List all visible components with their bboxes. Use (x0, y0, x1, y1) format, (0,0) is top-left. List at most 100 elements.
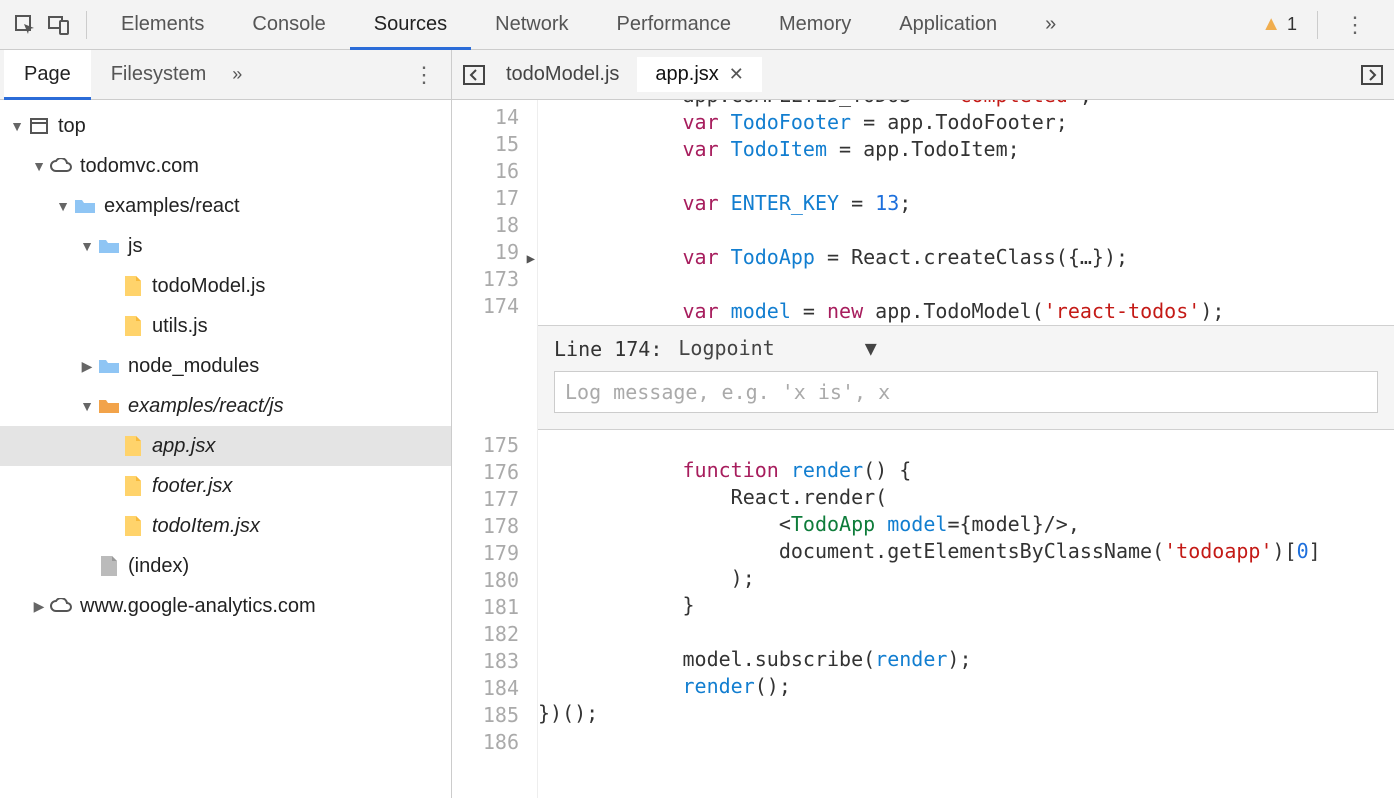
code-line: })(); (538, 700, 1394, 727)
settings-menu-icon[interactable]: ⋮ (1338, 12, 1372, 38)
code-line (538, 217, 1394, 244)
navigator-tab-page[interactable]: Page (4, 50, 91, 99)
line-number[interactable]: 16 (452, 158, 519, 185)
line-number[interactable]: 173 (452, 266, 519, 293)
warning-icon: ▲ (1261, 13, 1281, 36)
js-file-icon (120, 275, 146, 297)
code-line: var TodoFooter = app.TodoFooter; (538, 109, 1394, 136)
navigator-tab-filesystem[interactable]: Filesystem (91, 50, 227, 99)
line-number[interactable]: 182 (452, 621, 519, 648)
line-number[interactable]: 177 (452, 486, 519, 513)
close-icon[interactable]: ✕ (729, 64, 744, 85)
disclosure-icon[interactable]: ▶ (30, 598, 48, 615)
tree-node-folder[interactable]: ▶ node_modules (0, 346, 451, 386)
tree-node-folder[interactable]: ▼ examples/react (0, 186, 451, 226)
file-tab-app[interactable]: app.jsx ✕ (637, 57, 761, 91)
more-tabs-icon[interactable]: » (1021, 0, 1080, 49)
tree-label: (index) (128, 555, 189, 578)
line-number[interactable]: 176 (452, 459, 519, 486)
folder-icon (96, 357, 122, 375)
workspace: Page Filesystem » ⋮ ▼ top ▼ todomvc.com (0, 50, 1394, 798)
main-panel-tabs: Elements Console Sources Network Perform… (97, 0, 1261, 49)
code-line (538, 271, 1394, 298)
line-number[interactable]: 175 (452, 432, 519, 459)
more-navigator-tabs-icon[interactable]: » (232, 64, 242, 85)
line-number[interactable]: 185 (452, 702, 519, 729)
file-tab-label: app.jsx (655, 63, 718, 86)
jsx-file-icon (120, 475, 146, 497)
breakpoint-type-select[interactable]: Logpoint ▼ (678, 336, 876, 361)
code-line: var TodoItem = app.TodoItem; (538, 136, 1394, 163)
inspect-icon[interactable] (8, 8, 42, 42)
code-line: model.subscribe(render); (538, 646, 1394, 673)
tree-node-folder[interactable]: ▼ examples/react/js (0, 386, 451, 426)
line-number[interactable]: 183 (452, 648, 519, 675)
line-number[interactable]: 17 (452, 185, 519, 212)
tab-performance[interactable]: Performance (593, 0, 756, 49)
tree-label: top (58, 115, 86, 138)
folder-icon (96, 237, 122, 255)
tree-node-file[interactable]: footer.jsx (0, 466, 451, 506)
line-number[interactable]: 178 (452, 513, 519, 540)
line-number[interactable]: 184 (452, 675, 519, 702)
cloud-icon (48, 598, 74, 614)
show-navigator-icon[interactable] (460, 58, 488, 92)
tab-network[interactable]: Network (471, 0, 592, 49)
line-number[interactable]: 174 (452, 293, 519, 320)
line-number[interactable]: 14 (452, 104, 519, 131)
tree-node-file[interactable]: (index) (0, 546, 451, 586)
code-line (538, 163, 1394, 190)
code-editor[interactable]: 14 15 16 17 18 19▶ 173 174 175 176 177 1… (452, 100, 1394, 798)
line-number[interactable]: 179 (452, 540, 519, 567)
device-toggle-icon[interactable] (42, 8, 76, 42)
tab-sources[interactable]: Sources (350, 0, 471, 49)
chevron-down-icon: ▼ (865, 336, 877, 360)
disclosure-icon[interactable]: ▼ (54, 198, 72, 214)
line-number[interactable]: 181 (452, 594, 519, 621)
tree-node-domain[interactable]: ▶ www.google-analytics.com (0, 586, 451, 626)
disclosure-icon[interactable]: ▶ (78, 358, 96, 375)
toolbar-separator (1317, 11, 1318, 39)
editor-tab-bar: todoModel.js app.jsx ✕ (452, 50, 1394, 100)
file-tab-todomodel[interactable]: todoModel.js (488, 57, 637, 91)
tree-node-top[interactable]: ▼ top (0, 106, 451, 146)
disclosure-icon[interactable]: ▼ (30, 158, 48, 174)
tree-node-file[interactable]: todoItem.jsx (0, 506, 451, 546)
show-debugger-icon[interactable] (1358, 58, 1386, 92)
fold-icon[interactable]: ▶ (519, 246, 535, 273)
tree-node-domain[interactable]: ▼ todomvc.com (0, 146, 451, 186)
line-number[interactable]: 15 (452, 131, 519, 158)
code-line: var ENTER_KEY = 13; (538, 190, 1394, 217)
line-number[interactable]: 18 (452, 212, 519, 239)
code-line: } (538, 592, 1394, 619)
cloud-icon (48, 158, 74, 174)
line-number[interactable]: 180 (452, 567, 519, 594)
tree-label: utils.js (152, 315, 208, 338)
logpoint-message-input[interactable] (554, 371, 1378, 413)
navigator-tabs: Page Filesystem » ⋮ (0, 50, 451, 100)
code-body[interactable]: app.COMPLETED_TODOS = 'completed'; var T… (538, 100, 1394, 798)
line-number[interactable]: 186 (452, 729, 519, 756)
js-file-icon (120, 315, 146, 337)
file-tree: ▼ top ▼ todomvc.com ▼ exa (0, 100, 451, 798)
tab-console[interactable]: Console (228, 0, 349, 49)
tree-node-file[interactable]: utils.js (0, 306, 451, 346)
tab-memory[interactable]: Memory (755, 0, 875, 49)
tree-node-file[interactable]: todoModel.js (0, 266, 451, 306)
tree-label: examples/react (104, 195, 240, 218)
tree-label: app.jsx (152, 435, 215, 458)
disclosure-icon[interactable]: ▼ (78, 398, 96, 414)
tab-elements[interactable]: Elements (97, 0, 228, 49)
tree-node-file[interactable]: app.jsx (0, 426, 451, 466)
disclosure-icon[interactable]: ▼ (78, 238, 96, 254)
line-gutter[interactable]: 14 15 16 17 18 19▶ 173 174 175 176 177 1… (452, 100, 538, 798)
disclosure-icon[interactable]: ▼ (8, 118, 26, 134)
navigator-menu-icon[interactable]: ⋮ (397, 62, 451, 88)
code-line: document.getElementsByClassName('todoapp… (538, 538, 1394, 565)
tab-application[interactable]: Application (875, 0, 1021, 49)
warnings-badge[interactable]: ▲ 1 (1261, 13, 1297, 36)
code-line: render(); (538, 673, 1394, 700)
tree-label: todoModel.js (152, 275, 265, 298)
tree-node-folder[interactable]: ▼ js (0, 226, 451, 266)
line-number[interactable]: 19▶ (452, 239, 519, 266)
